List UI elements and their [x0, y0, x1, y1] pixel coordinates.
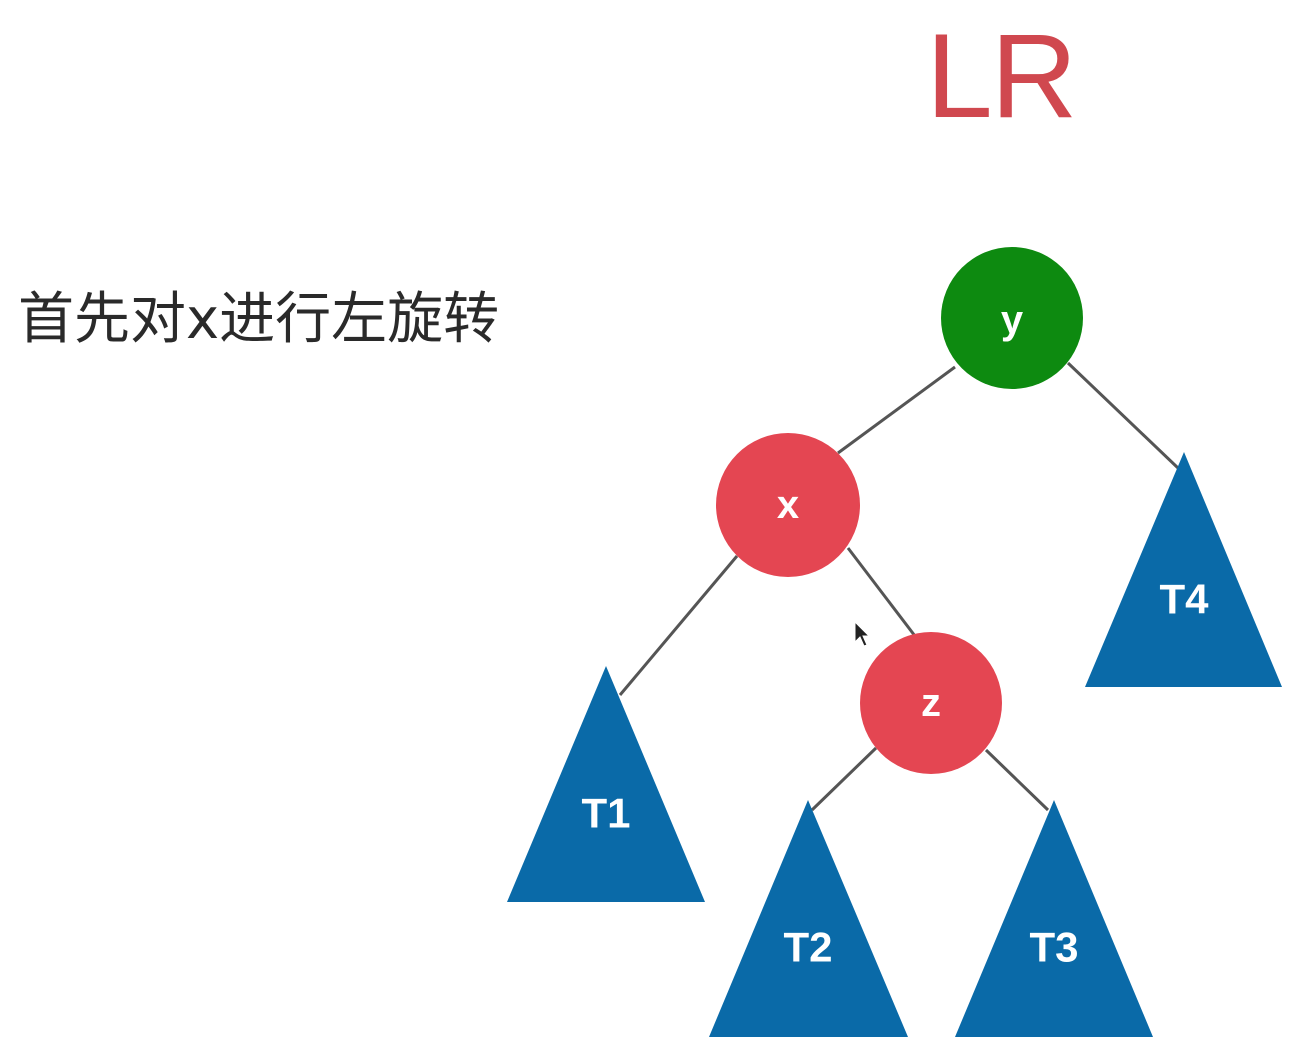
- node-y: y: [941, 247, 1083, 389]
- node-label: z: [921, 681, 941, 725]
- triangle-shape: [955, 800, 1153, 1037]
- edge-x-z: [846, 547, 917, 637]
- mouse-pointer-icon: [854, 620, 871, 647]
- triangle-shape: [1085, 452, 1282, 687]
- edge-z-t3: [984, 748, 1050, 812]
- edge-z-t2: [810, 746, 878, 812]
- node-label: x: [777, 483, 799, 527]
- node-z: z: [860, 632, 1002, 774]
- node-label: y: [1001, 298, 1024, 342]
- subtree-t2: T2: [709, 800, 908, 1037]
- avl-tree-diagram: T4 T1 T2 T3 y x z: [507, 247, 1282, 1037]
- subtree-t1: T1: [507, 666, 705, 902]
- triangle-shape: [507, 666, 705, 902]
- subtree-label: T2: [783, 924, 832, 971]
- subtree-label: T3: [1029, 924, 1078, 971]
- subtree-label: T1: [581, 790, 630, 837]
- edge-y-t4: [1066, 361, 1180, 470]
- subtree-t3: T3: [955, 800, 1153, 1037]
- node-x: x: [716, 433, 860, 577]
- edge-y-x: [837, 365, 956, 455]
- triangle-shape: [709, 800, 908, 1037]
- edge-x-t1: [618, 555, 739, 696]
- subtree-label: T4: [1159, 576, 1209, 623]
- subtree-t4: T4: [1085, 452, 1282, 687]
